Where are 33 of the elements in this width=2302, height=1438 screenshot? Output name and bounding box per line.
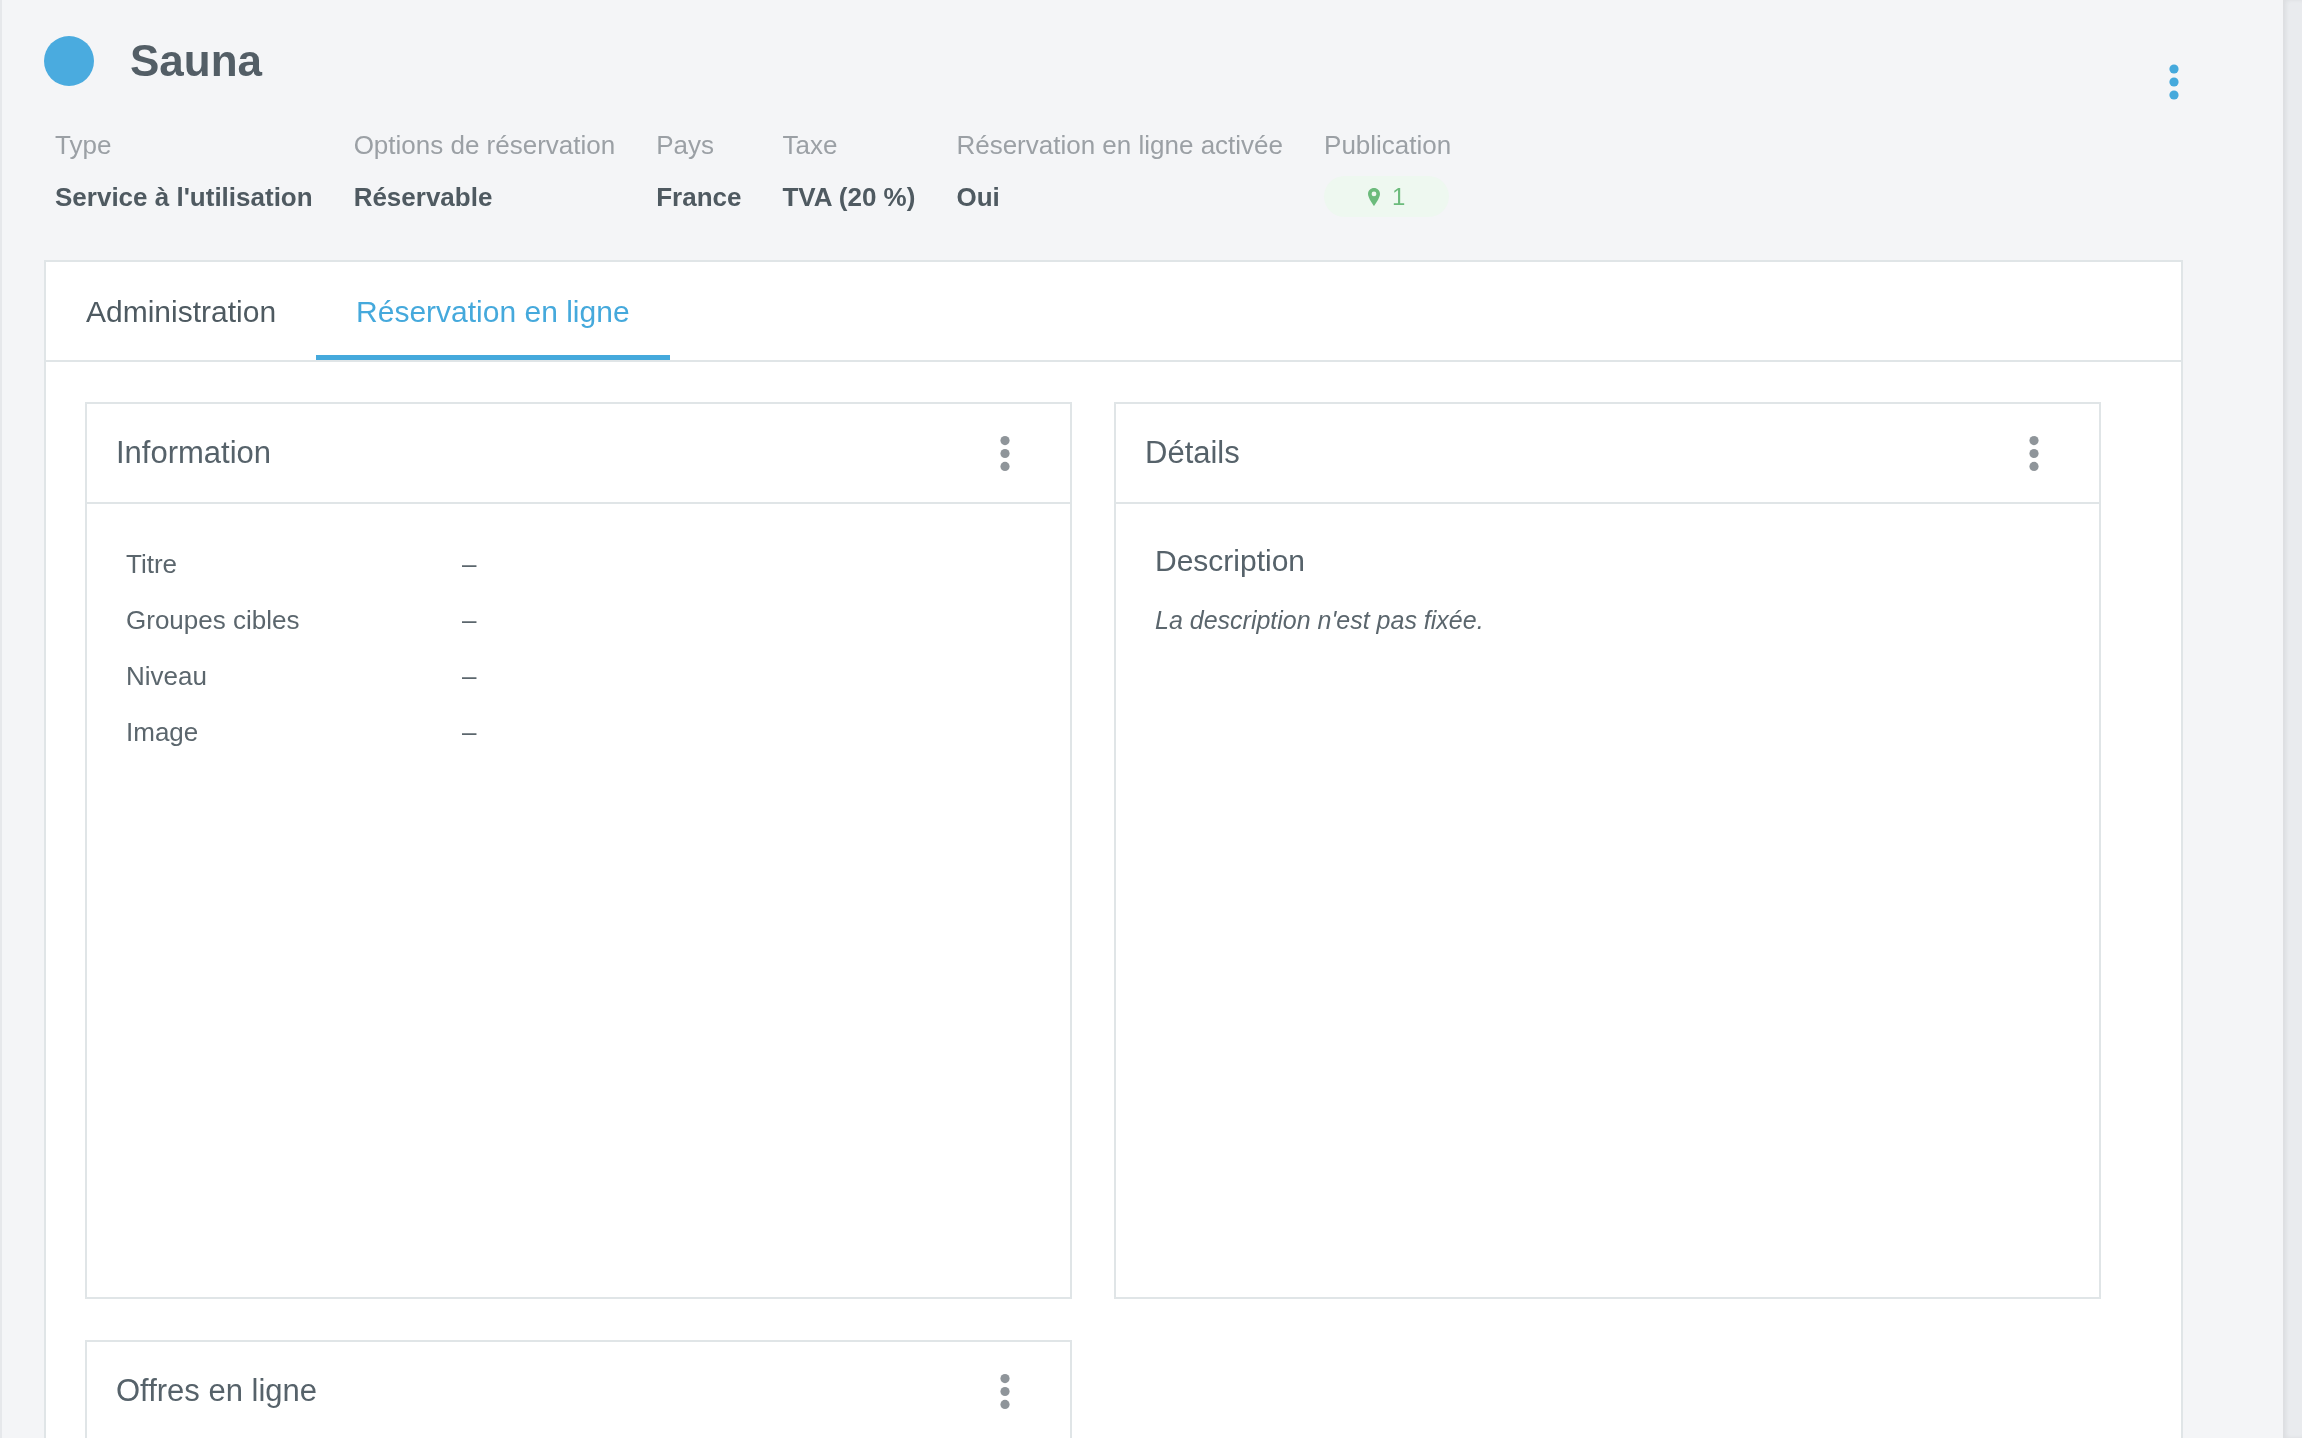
- property-value: TVA (20 %): [782, 180, 916, 213]
- more-options-icon[interactable]: [1000, 435, 1010, 471]
- page-title: Sauna: [130, 36, 263, 86]
- property-label: Pays: [656, 130, 715, 160]
- property-value: Oui: [956, 180, 1000, 213]
- more-options-icon[interactable]: [1000, 1373, 1010, 1409]
- publication-count: 1: [1392, 182, 1406, 211]
- field-value: –: [462, 548, 477, 580]
- description-heading: Description: [1155, 543, 1306, 579]
- tab[interactable]: Administration: [46, 262, 317, 360]
- map-pin-icon: [1368, 187, 1381, 206]
- field-value: –: [462, 660, 477, 692]
- property-label: Type: [55, 130, 112, 160]
- property-value: Réservable: [353, 180, 493, 213]
- property-label: Réservation en ligne activée: [956, 130, 1284, 160]
- property-value: Service à l'utilisation: [55, 180, 313, 213]
- card-title: Offres en ligne: [116, 1373, 318, 1409]
- circle-icon: [44, 36, 94, 86]
- description-text: La description n'est pas fixée.: [1155, 605, 1484, 636]
- more-options-icon[interactable]: [2169, 64, 2179, 100]
- field-label: Niveau: [126, 660, 207, 692]
- more-options-icon[interactable]: [2029, 435, 2039, 471]
- property-label: Taxe: [782, 130, 838, 160]
- property-value: France: [656, 180, 742, 213]
- field-label: Titre: [126, 548, 178, 580]
- field-label: Image: [126, 716, 199, 748]
- property-label: Publication: [1324, 130, 1452, 160]
- field-value: –: [462, 604, 477, 636]
- property-label: Options de réservation: [353, 130, 616, 160]
- card-title: Détails: [1145, 435, 1240, 471]
- field-value: –: [462, 716, 477, 748]
- card-title: Information: [116, 435, 272, 471]
- field-label: Groupes cibles: [126, 604, 300, 636]
